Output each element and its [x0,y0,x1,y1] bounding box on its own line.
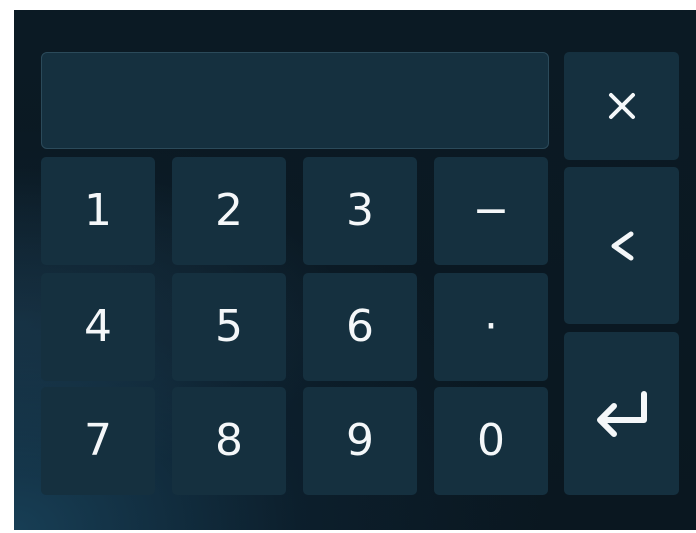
key-7[interactable]: 7 [41,387,155,495]
chevron-left-icon [611,231,633,260]
key-6[interactable]: 6 [303,273,417,381]
key-1[interactable]: 1 [41,157,155,265]
key-9-label: 9 [346,415,374,466]
key-minus-label: − [472,185,510,236]
key-5[interactable]: 5 [172,273,286,381]
clear-button[interactable] [564,52,679,160]
key-9[interactable]: 9 [303,387,417,495]
key-minus[interactable]: − [434,157,548,265]
key-1-label: 1 [84,185,112,236]
key-2[interactable]: 2 [172,157,286,265]
key-decimal-point-label: · [484,301,498,352]
enter-button[interactable] [564,332,679,495]
key-2-label: 2 [215,185,243,236]
key-4-label: 4 [84,301,112,352]
key-4[interactable]: 4 [41,273,155,381]
key-decimal-point[interactable]: · [434,273,548,381]
backspace-button[interactable] [564,167,679,324]
key-7-label: 7 [84,415,112,466]
close-icon [608,93,635,119]
key-6-label: 6 [346,301,374,352]
key-8[interactable]: 8 [172,387,286,495]
key-3[interactable]: 3 [303,157,417,265]
key-0[interactable]: 0 [434,387,548,495]
numeric-keypad: 1 2 3 − 4 5 6 · 7 8 9 0 [14,10,696,530]
key-8-label: 8 [215,415,243,466]
key-3-label: 3 [346,185,374,236]
key-0-label: 0 [477,415,505,466]
enter-icon [596,390,647,437]
key-5-label: 5 [215,301,243,352]
input-display[interactable] [41,52,549,149]
